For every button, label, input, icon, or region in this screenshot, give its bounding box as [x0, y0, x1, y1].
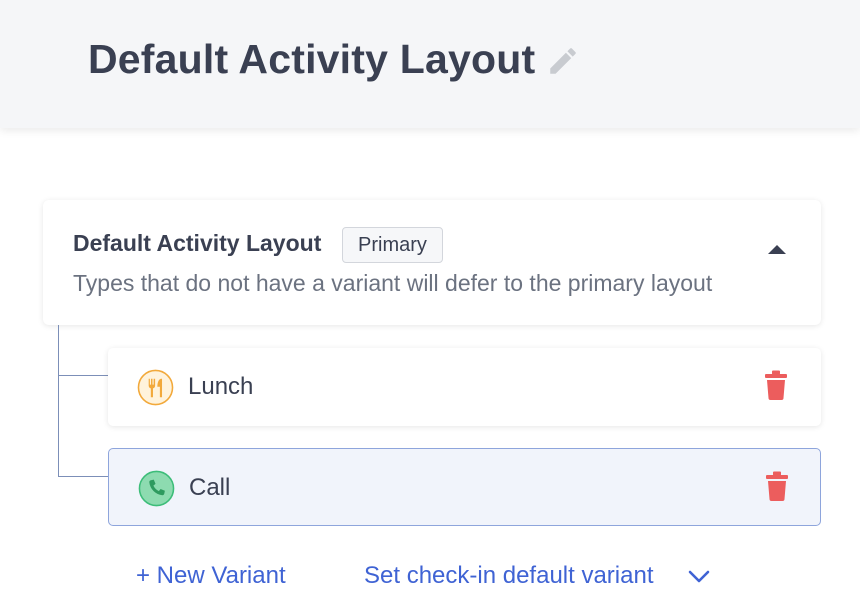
primary-badge: Primary — [342, 227, 443, 263]
trash-icon[interactable] — [764, 370, 788, 400]
page-title: Default Activity Layout — [88, 36, 536, 82]
tree-connector — [58, 325, 59, 477]
layout-description: Types that do not have a variant will de… — [73, 270, 713, 296]
caret-up-icon[interactable] — [765, 240, 789, 258]
pencil-icon[interactable] — [546, 44, 580, 78]
utensils-icon — [137, 369, 174, 406]
layout-title: Default Activity Layout — [73, 230, 322, 256]
tree-connector — [58, 476, 108, 477]
phone-icon — [138, 470, 175, 507]
variant-row-call[interactable]: Call — [108, 448, 821, 526]
variant-label: Call — [189, 474, 231, 501]
primary-layout-card: Default Activity Layout Primary Types th… — [43, 200, 821, 325]
chevron-down-icon[interactable] — [688, 570, 710, 584]
trash-icon[interactable] — [765, 471, 789, 501]
variant-label: Lunch — [188, 373, 254, 400]
page-header: Default Activity Layout — [0, 0, 860, 128]
new-variant-link[interactable]: + New Variant — [136, 562, 286, 590]
checkin-default-dropdown[interactable]: Set check-in default variant — [364, 562, 654, 590]
variant-row-lunch[interactable]: Lunch — [108, 348, 821, 426]
tree-connector — [58, 375, 108, 376]
